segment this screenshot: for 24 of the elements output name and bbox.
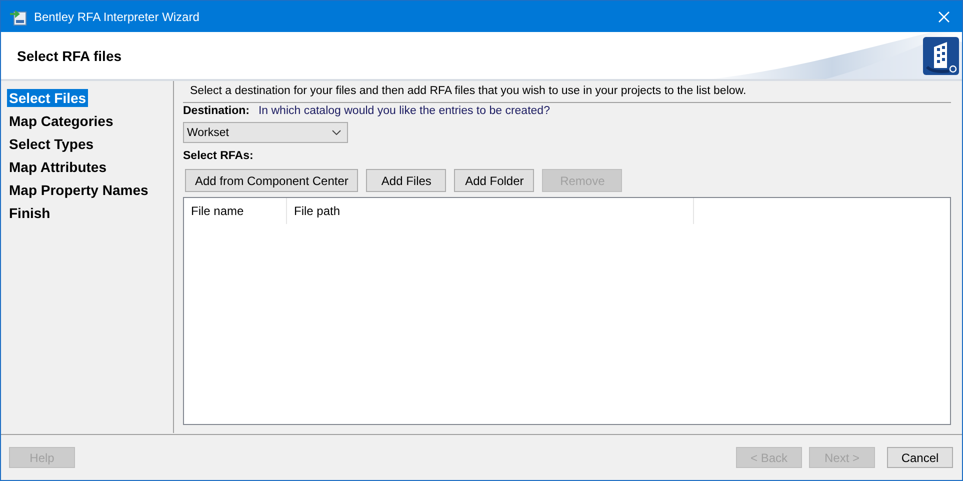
- chevron-down-icon: [332, 130, 341, 135]
- wizard-step[interactable]: Finish: [7, 204, 52, 222]
- cancel-button[interactable]: Cancel: [887, 447, 953, 468]
- file-list[interactable]: File name File path: [183, 197, 951, 425]
- wizard-step[interactable]: Map Property Names: [7, 181, 150, 199]
- wizard-step[interactable]: Map Attributes: [7, 158, 108, 176]
- add-files-button[interactable]: Add Files: [366, 169, 446, 192]
- destination-label: Destination:: [183, 105, 250, 117]
- wizard-step[interactable]: Select Files: [7, 89, 88, 107]
- column-header[interactable]: File path: [287, 198, 694, 224]
- destination-question: In which catalog would you like the entries to be created?: [258, 105, 550, 117]
- add-from-component-center-button[interactable]: Add from Component Center: [185, 169, 358, 192]
- catalog-dropdown[interactable]: Workset: [183, 122, 348, 143]
- instructions-text: Select a destination for your files and then add RFA files that you wish to use in your projects to the list below.: [183, 81, 951, 103]
- close-icon[interactable]: [938, 10, 950, 22]
- wizard-step[interactable]: Map Categories: [7, 112, 116, 130]
- window-title: Bentley RFA Interpreter Wizard: [34, 10, 200, 24]
- app-icon: [9, 8, 27, 26]
- add-folder-button[interactable]: Add Folder: [454, 169, 534, 192]
- page-title: Select RFA files: [17, 48, 123, 64]
- column-header[interactable]: File name: [184, 198, 287, 224]
- wizard-step[interactable]: Select Types: [7, 135, 96, 153]
- select-rfas-label: Select RFAs:: [183, 150, 254, 162]
- building-logo-icon: [923, 36, 959, 74]
